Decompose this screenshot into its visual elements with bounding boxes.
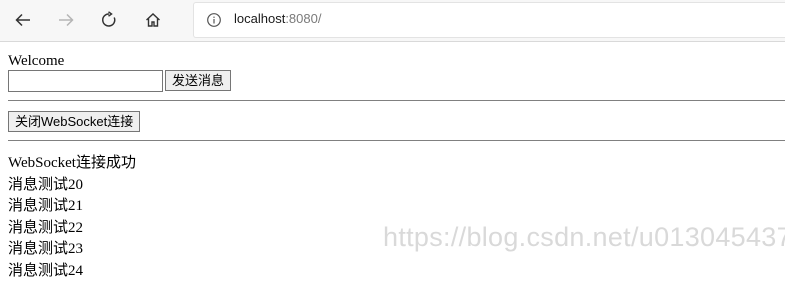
url-host: localhost [234,11,285,26]
url-text: localhost:8080/ [234,11,321,26]
forward-button[interactable] [51,6,81,34]
url-port: :8080/ [285,11,321,26]
watermark: https://blog.csdn.net/u013045437 [383,222,785,253]
arrow-left-icon [14,11,32,29]
browser-toolbar: localhost:8080/ [0,0,785,42]
log-entry: 消息测试22 [8,218,136,240]
log-entry: 消息测试24 [8,261,136,282]
log-entry: 消息测试21 [8,196,136,218]
home-button[interactable] [138,6,168,34]
log-entry: 消息测试23 [8,239,136,261]
home-icon [144,11,162,29]
close-websocket-button[interactable]: 关闭WebSocket连接 [8,111,140,132]
refresh-icon [100,11,118,29]
log-entry: WebSocket连接成功 [8,153,136,175]
back-button[interactable] [8,6,38,34]
address-bar[interactable]: localhost:8080/ [193,2,785,38]
divider [8,100,785,101]
message-input[interactable] [8,70,163,92]
arrow-right-icon [57,11,75,29]
info-icon[interactable] [206,12,222,28]
welcome-text: Welcome [8,52,64,70]
refresh-button[interactable] [94,6,124,34]
log-entry: 消息测试20 [8,175,136,197]
send-message-button[interactable]: 发送消息 [165,70,231,91]
message-log: WebSocket连接成功 消息测试20 消息测试21 消息测试22 消息测试2… [8,153,136,282]
divider [8,140,785,141]
